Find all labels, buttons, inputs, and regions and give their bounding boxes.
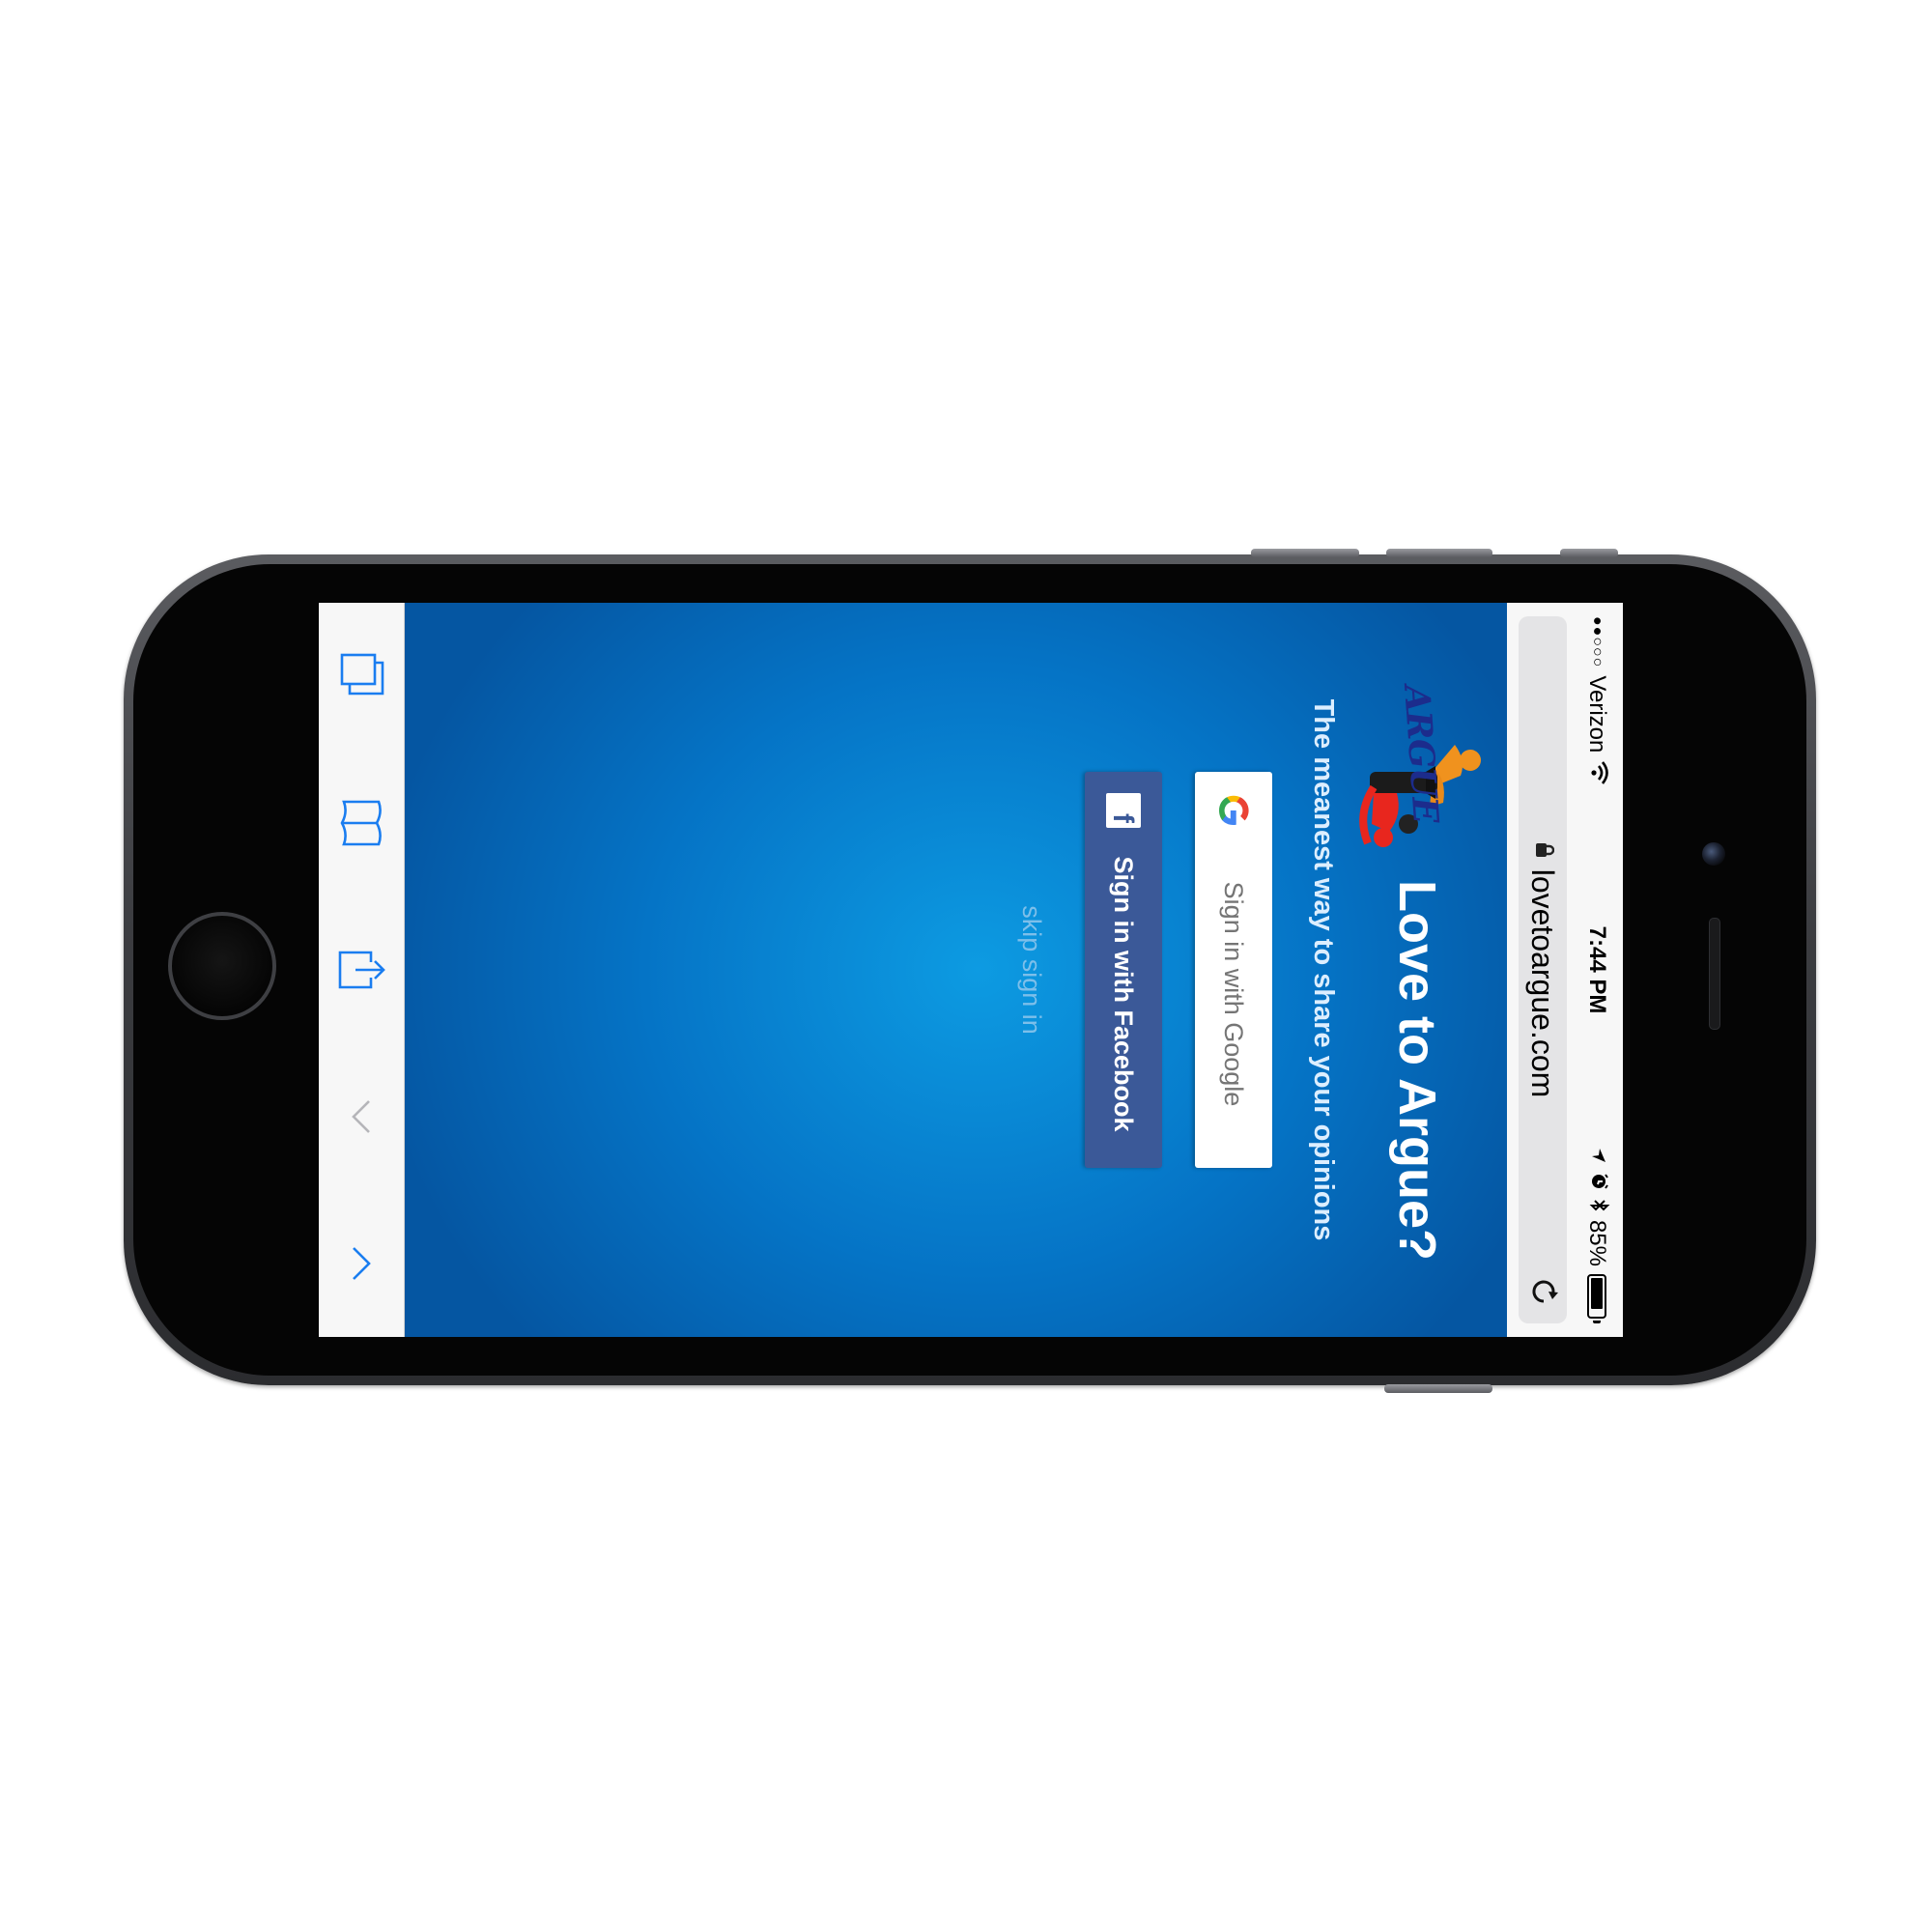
google-sign-in-button[interactable]: Sign in with Google [1195,772,1272,1168]
reload-icon[interactable] [1520,1275,1560,1308]
argue-logo: ARGUE [1345,679,1490,863]
url-text: lovetoargue.com [1525,868,1561,1098]
bookmarks-icon[interactable] [332,794,390,852]
volume-down-button [1384,1384,1492,1393]
safari-toolbar [319,603,405,1337]
front-camera [1702,842,1725,866]
battery-fill [1591,1278,1603,1309]
skip-sign-in-link[interactable]: skip sign in [1016,905,1046,1035]
tabs-icon[interactable] [332,647,390,705]
tagline: The meanest way to share your opinions [1308,698,1339,1241]
earpiece-speaker [1709,918,1720,1030]
address-bar[interactable]: lovetoargue.com [1519,616,1567,1323]
mute-switch [1251,549,1359,557]
google-icon [1216,772,1251,849]
lock-icon [1531,842,1555,858]
status-time: 7:44 PM [1584,925,1610,1014]
battery-icon [1587,1274,1606,1319]
address-bar-area: lovetoargue.com [1507,603,1571,1337]
hero-header: ARGUE Love to Argue? [1345,679,1490,1261]
page-content: ARGUE Love to Argue? The meanest way to … [405,603,1507,1337]
phone-screen: ●●○○○ Verizon 7:44 PM 85% lovetoargue.co… [319,603,1623,1337]
chevron-down-icon[interactable] [332,1088,390,1146]
power-button [1560,549,1618,557]
facebook-logo: f [1106,793,1141,828]
facebook-icon: f [1106,772,1141,849]
facebook-button-label: Sign in with Facebook [1109,856,1139,1132]
volume-up-button [1386,549,1492,557]
google-button-label: Sign in with Google [1219,881,1249,1107]
portrait-viewport: ●●○○○ Verizon 7:44 PM 85% lovetoargue.co… [319,603,1623,1337]
page-title: Love to Argue? [1388,879,1446,1261]
share-icon[interactable] [332,941,390,999]
facebook-sign-in-button[interactable]: f Sign in with Facebook [1085,772,1162,1168]
status-bar: ●●○○○ Verizon 7:44 PM 85% [1571,603,1623,1337]
home-button[interactable] [168,912,276,1020]
chevron-up-icon[interactable] [332,1235,390,1293]
